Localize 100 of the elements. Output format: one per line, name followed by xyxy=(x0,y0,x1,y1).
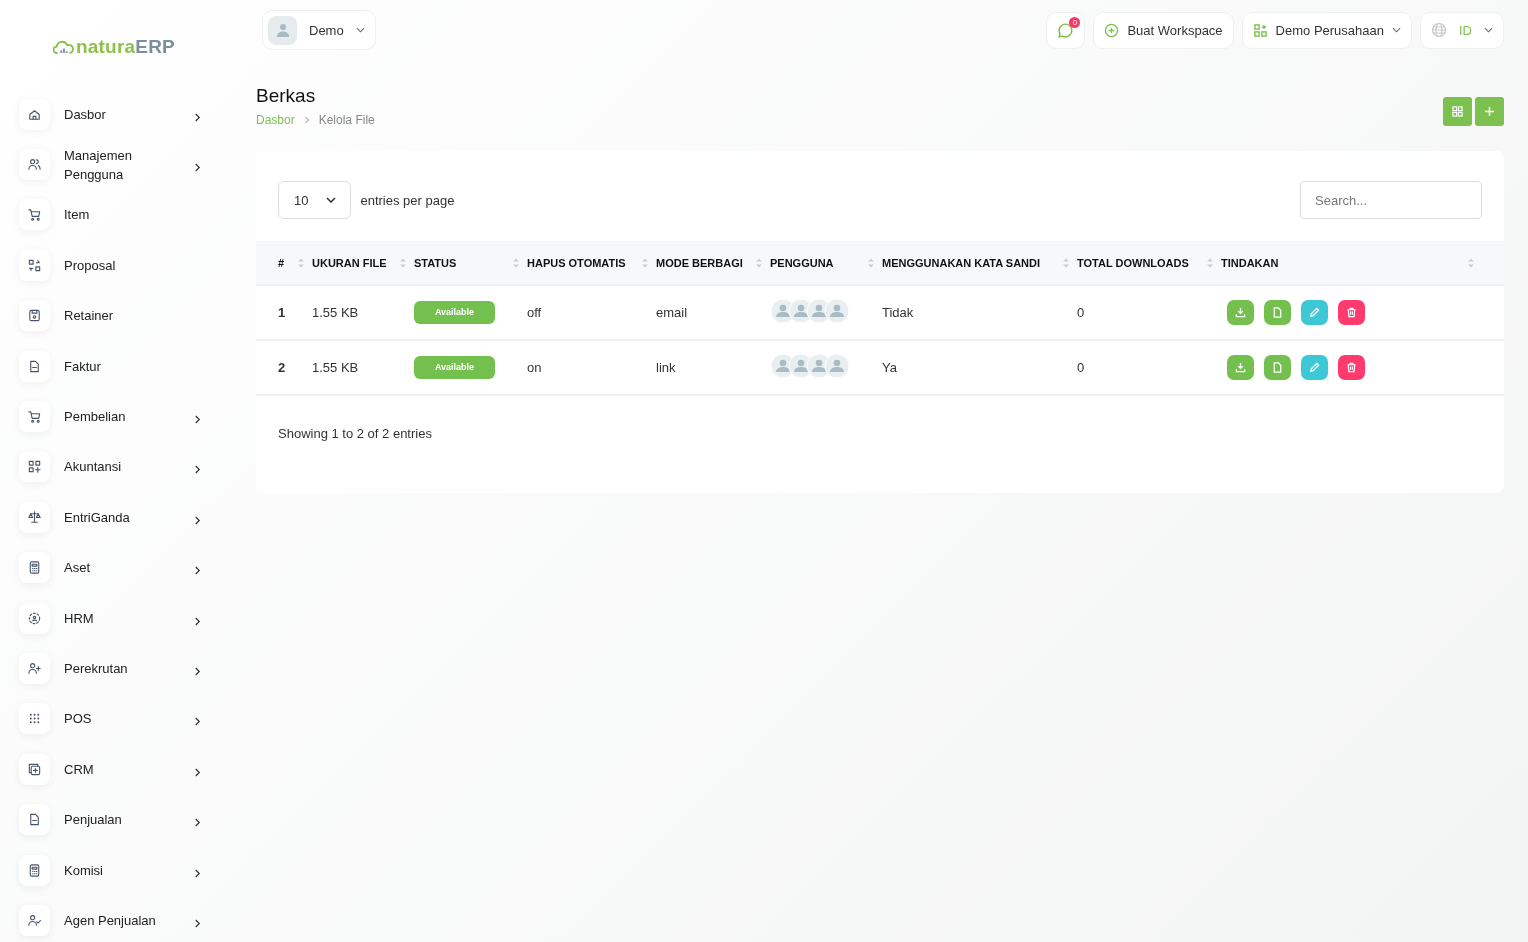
menu-icon xyxy=(27,912,42,928)
page-size-label: entries per page xyxy=(360,192,455,208)
row-number: 2 xyxy=(278,360,286,375)
trash-icon xyxy=(1346,307,1357,318)
company-selector[interactable]: Demo Perusahaan xyxy=(1241,11,1412,49)
sort-icon[interactable] xyxy=(513,256,519,269)
sidebar-item[interactable]: Faktur xyxy=(0,340,232,392)
file-icon xyxy=(1272,307,1283,318)
file-button[interactable] xyxy=(1264,355,1291,380)
sidebar-item[interactable]: Manajemen Pengguna xyxy=(0,139,232,190)
table-cell: Tidak xyxy=(882,305,914,320)
pencil-icon xyxy=(1309,362,1320,373)
logo-text: naturaERP xyxy=(76,36,175,58)
column-header[interactable]: # xyxy=(278,256,285,269)
menu-icon xyxy=(27,661,42,676)
row-number: 1 xyxy=(278,305,286,320)
menu-icon xyxy=(27,308,42,324)
sidebar-item[interactable]: Dasbor xyxy=(0,89,232,140)
sidebar-item[interactable]: Proposal xyxy=(0,240,232,291)
grid-icon xyxy=(1452,106,1463,117)
download-icon xyxy=(1235,307,1246,318)
menu-icon xyxy=(27,812,42,828)
language-code: ID xyxy=(1459,22,1472,38)
user-menu[interactable]: Demo xyxy=(262,10,376,50)
company-name: Demo Perusahaan xyxy=(1275,22,1384,38)
menu-icon xyxy=(27,509,42,525)
sidebar-item[interactable]: Pembelian xyxy=(0,391,232,442)
column-header[interactable]: TINDAKAN xyxy=(1221,256,1279,269)
edit-button[interactable] xyxy=(1301,355,1328,380)
sort-icon[interactable] xyxy=(1063,256,1069,269)
delete-button[interactable] xyxy=(1338,355,1365,380)
create-workspace-button[interactable]: Buat Workspace xyxy=(1093,11,1234,49)
sort-icon[interactable] xyxy=(400,256,406,269)
grid-view-button[interactable] xyxy=(1443,97,1472,126)
status-badge: Available xyxy=(414,301,495,324)
sidebar-item[interactable]: CRM xyxy=(0,744,232,795)
page-size-select[interactable]: 10 xyxy=(278,181,352,219)
sidebar-item[interactable]: Penjualan xyxy=(0,794,232,845)
add-button[interactable] xyxy=(1475,97,1504,126)
sort-icon[interactable] xyxy=(868,256,874,269)
table-cell: 1.55 KB xyxy=(312,305,359,320)
apps-icon xyxy=(1252,22,1268,38)
column-header[interactable]: PENGGUNA xyxy=(770,256,834,269)
messages-button[interactable]: 0 xyxy=(1046,11,1086,49)
cloud-logo-icon xyxy=(53,39,75,55)
sidebar-item[interactable]: HRM xyxy=(0,592,232,644)
sort-icon[interactable] xyxy=(1468,256,1474,269)
sidebar-item[interactable]: Komisi xyxy=(0,844,232,896)
user-name: Demo xyxy=(309,22,344,38)
sidebar-item[interactable]: Retainer xyxy=(0,290,232,341)
sidebar-item[interactable]: Akuntansi xyxy=(0,441,232,493)
menu-icon xyxy=(27,257,42,273)
sidebar-item[interactable]: Item xyxy=(0,189,232,241)
breadcrumb-current: Kelola File xyxy=(318,113,375,127)
sort-icon[interactable] xyxy=(298,256,304,269)
table-cell: off xyxy=(527,305,542,320)
avatar-icon xyxy=(274,22,291,38)
table-cell: 1.55 KB xyxy=(312,360,359,375)
column-header[interactable]: STATUS xyxy=(414,256,457,269)
status-badge: Available xyxy=(414,356,495,379)
search-field[interactable]: Search... xyxy=(1300,181,1482,219)
sidebar-item[interactable]: EntriGanda xyxy=(0,492,232,543)
menu-icon xyxy=(27,761,42,777)
menu-icon xyxy=(27,459,42,475)
table-cell: Ya xyxy=(882,360,897,375)
menu-icon xyxy=(27,157,42,173)
plus-icon xyxy=(1484,106,1495,117)
sort-icon[interactable] xyxy=(756,256,762,269)
pencil-icon xyxy=(1309,307,1320,318)
caret-icon xyxy=(1484,27,1493,33)
page-title: Berkas xyxy=(256,85,317,107)
plus-circle-icon xyxy=(1104,22,1120,38)
menu-icon xyxy=(27,610,42,626)
download-button[interactable] xyxy=(1227,300,1254,325)
sidebar-item[interactable]: POS xyxy=(0,693,232,745)
caret-icon xyxy=(355,27,365,33)
file-icon xyxy=(1272,362,1283,373)
caret-icon xyxy=(326,197,337,203)
edit-button[interactable] xyxy=(1301,300,1328,325)
trash-icon xyxy=(1346,362,1357,373)
download-icon xyxy=(1235,362,1246,373)
download-button[interactable] xyxy=(1227,355,1254,380)
menu-icon xyxy=(27,409,42,425)
file-button[interactable] xyxy=(1264,300,1291,325)
table-cell: link xyxy=(656,360,676,375)
sidebar-item[interactable]: Aset xyxy=(0,542,232,593)
table-cell: email xyxy=(656,305,688,320)
breadcrumb-separator-icon xyxy=(303,116,310,124)
table-cell: on xyxy=(527,360,542,375)
globe-icon xyxy=(1431,22,1447,38)
delete-button[interactable] xyxy=(1338,300,1365,325)
menu-icon xyxy=(27,358,42,374)
sort-icon[interactable] xyxy=(1207,256,1213,269)
sidebar-item[interactable]: Agen Penjualan xyxy=(0,895,232,942)
sort-icon[interactable] xyxy=(642,256,648,269)
menu-icon xyxy=(27,207,42,223)
sidebar-item[interactable]: Perekrutan xyxy=(0,643,232,694)
caret-icon xyxy=(1392,27,1401,33)
menu-icon xyxy=(27,560,42,576)
chat-icon xyxy=(1057,21,1075,39)
